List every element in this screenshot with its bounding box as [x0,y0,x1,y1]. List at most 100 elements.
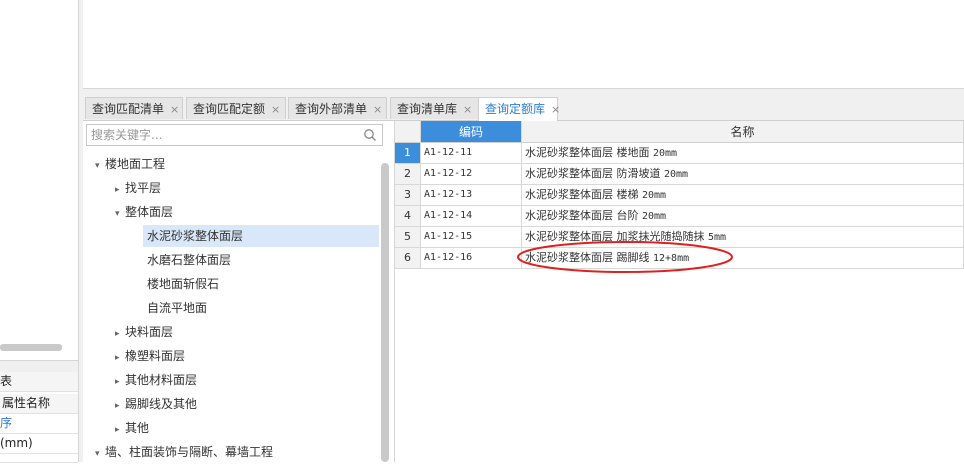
row-number[interactable]: 6 [395,248,421,269]
tree-node-label: 橡塑料面层 [125,349,186,363]
tree-node-label: 楼地面工程 [105,157,166,171]
quota-code-cell[interactable]: A1-12-11 [421,143,522,164]
chevron-right-icon[interactable]: ▸ [115,419,125,441]
row-number[interactable]: 2 [395,164,421,185]
tree-scrollbar[interactable] [381,163,389,462]
quota-code-cell[interactable]: A1-12-16 [421,248,522,269]
tree-node-artificial-stone[interactable]: 楼地面斩假石 [147,273,219,295]
property-row[interactable]: 序 [0,414,78,434]
tree-node-label: 自流平地面 [147,301,208,315]
chevron-right-icon[interactable]: ▸ [115,323,125,345]
left-scrollbar[interactable] [0,344,62,351]
chevron-down-icon[interactable]: ▾ [95,155,105,177]
tree-node-wall-column-works[interactable]: ▾ 墙、柱面装饰与隔断、幕墙工程 [95,441,273,463]
chevron-right-icon[interactable]: ▸ [115,371,125,393]
close-icon[interactable]: × [373,103,382,116]
grid-corner-header [395,121,421,143]
tree-node-other-material-surface[interactable]: ▸ 其他材料面层 [115,369,197,391]
tree-node-rubber-plastic-surface[interactable]: ▸ 橡塑料面层 [115,345,185,367]
tree-node-leveling-layer[interactable]: ▸ 找平层 [115,177,161,199]
tab-query-matched-quota[interactable]: 查询匹配定额 × [186,97,286,119]
row-number[interactable]: 4 [395,206,421,227]
tab-label: 查询清单库 [397,102,458,116]
left-panel-title-text: 表 [0,374,13,388]
close-icon[interactable]: × [551,103,560,116]
quota-name-cell[interactable]: 水泥砂浆整体面层 台阶 20mm [522,206,964,227]
tree-node-floor-works[interactable]: ▾ 楼地面工程 [95,153,165,175]
quota-spec-text: 12+8mm [653,253,690,264]
quota-name-text: 水泥砂浆整体面层 楼梯 [525,188,639,201]
quota-code-cell[interactable]: A1-12-13 [421,185,522,206]
quota-name-text: 水泥砂浆整体面层 防滑坡道 [525,167,661,180]
tree-node-label: 踢脚线及其他 [125,397,198,411]
tab-label: 查询外部清单 [295,102,368,116]
tree-node-cement-mortar-surface[interactable]: 水泥砂浆整体面层 [143,225,379,247]
left-panel: 表 属性名称 序 (mm) [0,0,78,463]
chevron-right-icon[interactable]: ▸ [115,179,125,201]
chevron-right-icon[interactable]: ▸ [115,395,125,417]
quota-name-text: 水泥砂浆整体面层 台阶 [525,209,639,222]
tab-query-quota-library[interactable]: 查询定额库 × [478,97,560,121]
tree-node-skirting-and-other[interactable]: ▸ 踢脚线及其他 [115,393,197,415]
tab-label: 查询定额库 [485,102,546,116]
search-icon[interactable] [363,128,377,142]
tree-node-self-leveling-floor[interactable]: 自流平地面 [147,297,207,319]
tree-node-label: 墙、柱面装饰与隔断、幕墙工程 [105,445,274,459]
quota-name-cell[interactable]: 水泥砂浆整体面层 楼梯 20mm [522,185,964,206]
quota-code-cell[interactable]: A1-12-14 [421,206,522,227]
tab-label: 查询匹配定额 [193,102,266,116]
close-icon[interactable]: × [271,103,280,116]
tab-label: 查询匹配清单 [92,102,165,116]
close-icon[interactable]: × [170,103,179,116]
search-box [86,124,383,146]
tree-node-other[interactable]: ▸ 其他 [115,417,149,439]
tab-query-matched-bill[interactable]: 查询匹配清单 × [85,97,183,119]
quota-name-text: 水泥砂浆整体面层 楼地面 [525,146,650,159]
column-header-label: 名称 [730,125,755,139]
top-panel [83,0,964,89]
quota-name-cell[interactable]: 水泥砂浆整体面层 加浆抹光随捣随抹 5mm [522,227,964,248]
quota-code-cell[interactable]: A1-12-12 [421,164,522,185]
property-name-header: 属性名称 [0,394,78,414]
property-name-header-text: 属性名称 [2,396,51,410]
tree-node-label: 找平层 [125,181,162,195]
quota-spec-text: 20mm [642,190,667,201]
column-header-code[interactable]: 编码 [421,121,522,143]
quota-category-tree-panel: ▾楼地面工程 ▸找平层 ▾整体面层 水泥砂浆整体面层 水磨石整体面层 楼地面斩假… [83,121,395,462]
tab-query-external-bill[interactable]: 查询外部清单 × [288,97,387,119]
tree-node-tile-surface[interactable]: ▸ 块料面层 [115,321,173,343]
tree-node-label: 块料面层 [125,325,174,339]
quota-spec-text: 20mm [642,211,667,222]
tree-node-label: 楼地面斩假石 [147,277,220,291]
quota-name-cell[interactable]: 水泥砂浆整体面层 踢脚线 12+8mm [522,248,964,269]
chevron-down-icon[interactable]: ▾ [115,203,125,225]
tree-node-integral-surface[interactable]: ▾ 整体面层 [115,201,173,223]
quota-name-text: 水泥砂浆整体面层 加浆抹光随捣随抹 [525,230,705,243]
tree-node-label: 整体面层 [125,205,174,219]
tree-node-label: 其他材料面层 [125,373,198,387]
search-input[interactable] [87,125,365,145]
quota-grid: 编码 名称 1 A1-12-11 水泥砂浆整体面层 楼地面 20mm 2 A1-… [395,121,964,462]
tree-node-label: 水泥砂浆整体面层 [147,229,244,243]
quota-name-cell[interactable]: 水泥砂浆整体面层 防滑坡道 20mm [522,164,964,185]
row-number[interactable]: 5 [395,227,421,248]
quota-name-cell[interactable]: 水泥砂浆整体面层 楼地面 20mm [522,143,964,164]
tree-node-label: 其他 [125,421,150,435]
chevron-right-icon[interactable]: ▸ [115,347,125,369]
tab-query-bill-library[interactable]: 查询清单库 × [390,97,480,119]
row-number[interactable]: 3 [395,185,421,206]
quota-spec-text: 5mm [708,232,727,243]
query-tab-bar: 查询匹配清单 × 查询匹配定额 × 查询外部清单 × 查询清单库 × 查询定额库 × [83,95,964,121]
tree-node-label: 水磨石整体面层 [147,253,232,267]
quota-name-text: 水泥砂浆整体面层 踢脚线 [525,251,650,264]
quota-code-cell[interactable]: A1-12-15 [421,227,522,248]
property-row[interactable] [0,452,78,463]
tree-node-terrazzo-surface[interactable]: 水磨石整体面层 [147,249,231,271]
column-header-label: 编码 [458,125,483,139]
column-header-name[interactable]: 名称 [522,121,964,143]
close-icon[interactable]: × [463,103,472,116]
property-row[interactable]: (mm) [0,434,78,454]
row-number[interactable]: 1 [395,143,421,164]
left-panel-title: 表 [0,372,78,392]
property-row-text: 序 [0,416,13,430]
